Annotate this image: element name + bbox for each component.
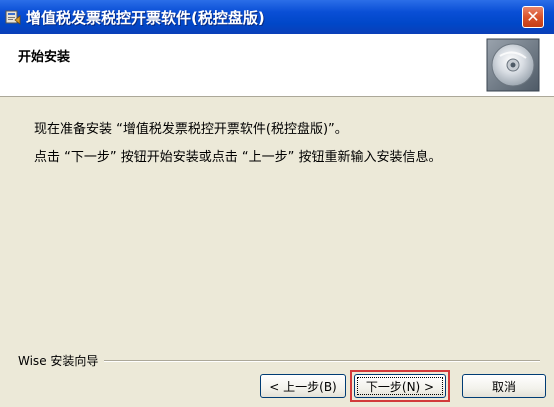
cancel-button[interactable]: 取消 xyxy=(462,374,546,398)
install-ready-text: 现在准备安装 “增值税发票税控开票软件(税控盘版)”。 xyxy=(34,122,348,137)
installer-icon xyxy=(5,10,21,25)
header-banner: 开始安装 xyxy=(0,34,554,97)
close-icon: ✕ xyxy=(526,7,540,26)
page-heading: 开始安装 xyxy=(18,50,71,65)
title-bar[interactable]: 增值税发票税控开票软件(税控盘版) ✕ xyxy=(0,0,554,34)
close-button[interactable]: ✕ xyxy=(522,6,544,28)
wizard-group-label: Wise 安装向导 xyxy=(18,352,105,369)
install-instruction-text: 点击 “下一步” 按钮开始安装或点击 “上一步” 按钮重新输入安装信息。 xyxy=(34,150,442,165)
back-button[interactable]: < 上一步(B) xyxy=(260,374,346,398)
next-button[interactable]: 下一步(N) > xyxy=(354,374,446,398)
cd-disc-icon xyxy=(486,38,540,92)
window-title: 增值税发票税控开票软件(税控盘版) xyxy=(26,9,265,27)
installer-window: 增值税发票税控开票软件(税控盘版) ✕ 开始安装 现在准备安装 “增值税发票税控… xyxy=(0,0,554,407)
